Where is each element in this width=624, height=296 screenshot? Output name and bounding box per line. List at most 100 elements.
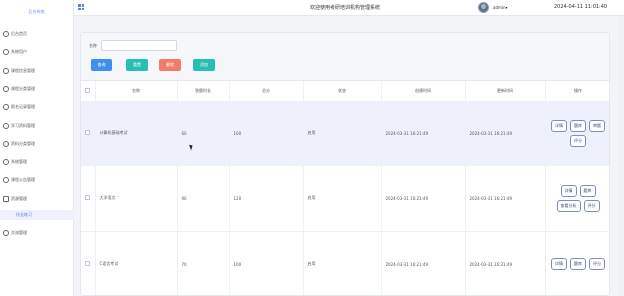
add-button[interactable]: 添加	[193, 59, 215, 71]
scrollbar[interactable]	[618, 16, 624, 296]
brand-logo: 后台系统	[28, 9, 45, 14]
sidebar-item-label: 学习资料管理	[11, 123, 35, 128]
filter-bar: 名称 查询 重置 删除 添加	[81, 33, 609, 81]
sidebar-item-system-management[interactable]: 系统管理	[0, 157, 74, 167]
sidebar-item-label: 资源管理	[11, 196, 27, 201]
sidebar: 后台系统 后台首页 系统用户 课程信息管理 课程分类管理 报名记录管理 学习资料…	[0, 0, 74, 296]
select-all-cell[interactable]	[81, 81, 96, 102]
sidebar-item-communication[interactable]: 交流管理	[0, 228, 74, 238]
exam-table: 名称 答题时长 总分 状态 创建时间 更新时间 操作 计算机基础考试 60 10…	[81, 81, 609, 295]
avatar[interactable]	[478, 2, 489, 13]
cell-created: 2024-03-31 16:21:49	[381, 101, 466, 166]
sidebar-item-label: 系统用户	[11, 49, 27, 54]
row-select-cell[interactable]	[81, 231, 96, 295]
sidebar-item-course-category[interactable]: 课程分类管理	[0, 84, 74, 94]
table-row[interactable]: C语言考试 70 100 启用 2024-03-31 16:21:49 2024…	[81, 231, 609, 295]
sidebar-item-course-notice[interactable]: 课程公告管理	[0, 175, 74, 185]
column-header: 答题时长	[177, 81, 230, 102]
cell-status: 启用	[303, 101, 382, 166]
sidebar-item-label: 报名记录管理	[11, 104, 35, 109]
grade-button[interactable]: 评分	[570, 134, 586, 147]
question-bank-button[interactable]: 题库	[570, 119, 586, 132]
user-menu[interactable]: admin▾	[493, 5, 508, 10]
settings-icon	[3, 159, 9, 165]
cell-updated: 2024-03-31 16:21:49	[465, 165, 546, 232]
cell-duration: 60	[177, 101, 230, 166]
row-select-cell[interactable]	[81, 101, 96, 166]
column-header: 名称	[95, 81, 178, 102]
user-name: admin	[493, 5, 506, 10]
search-button[interactable]: 查询	[91, 59, 112, 71]
cell-created: 2024-03-31 16:21:49	[381, 231, 466, 295]
people-icon	[3, 196, 9, 202]
table-row[interactable]: 计算机基础考试 60 100 启用 2024-03-31 16:21:49 20…	[81, 101, 609, 166]
cell-status: 启用	[303, 231, 382, 295]
grade-button[interactable]: 评分	[589, 258, 605, 270]
sidebar-item-enroll-records[interactable]: 报名记录管理	[0, 102, 74, 112]
topbar: 欢迎使用考研培训机构管理系统 admin▾ 2024-04-11 11:01:4…	[74, 0, 624, 16]
column-header: 更新时间	[465, 81, 546, 102]
sidebar-item-material-category[interactable]: 资料分类管理	[0, 139, 74, 149]
home-icon	[3, 31, 9, 37]
category-icon	[3, 86, 9, 92]
column-header: 状态	[303, 81, 382, 102]
details-button[interactable]: 详情	[560, 184, 577, 197]
cell-total: 120	[229, 165, 304, 232]
course-icon	[3, 68, 9, 74]
select-all-checkbox[interactable]	[85, 87, 91, 93]
cell-updated: 2024-03-31 16:21:49	[465, 231, 546, 295]
delete-button[interactable]: 删除	[159, 59, 181, 71]
notice-icon	[3, 177, 9, 183]
sidebar-item-label: 课程公告管理	[11, 177, 35, 182]
record-icon	[3, 104, 9, 110]
cell-total: 100	[229, 101, 304, 166]
sidebar-item-study-materials[interactable]: 学习资料管理	[0, 121, 74, 131]
cell-actions: 详情 题库 评分	[545, 231, 609, 295]
review-button[interactable]: 审题	[589, 119, 605, 132]
row-select-cell[interactable]	[81, 165, 96, 232]
view-analysis-button[interactable]: 查看分析	[556, 199, 581, 212]
cell-duration: 70	[177, 231, 230, 295]
sidebar-item-course-info[interactable]: 课程信息管理	[0, 66, 74, 76]
column-header: 创建时间	[381, 81, 466, 102]
details-button[interactable]: 详情	[551, 119, 567, 132]
cell-name: 大学语文	[95, 165, 178, 232]
cell-total: 100	[229, 231, 304, 295]
list-icon	[3, 230, 9, 236]
details-button[interactable]: 详情	[551, 258, 567, 270]
page-title: 欢迎使用考研培训机构管理系统	[310, 5, 381, 11]
user-icon	[3, 49, 9, 55]
sidebar-item-resources[interactable]: 资源管理	[0, 194, 74, 204]
sidebar-item-label: 后台首页	[11, 31, 27, 36]
cell-created: 2024-03-31 16:21:49	[381, 165, 466, 232]
menu-grid-icon[interactable]	[78, 4, 84, 10]
sidebar-item-label: 课程信息管理	[11, 68, 35, 73]
sidebar-item-system-users[interactable]: 系统用户	[0, 47, 74, 57]
cell-actions: 详情 题库 查看分析 评分	[545, 165, 609, 232]
folder-icon	[3, 141, 9, 147]
name-filter-label: 名称	[89, 43, 97, 48]
grade-button[interactable]: 评分	[583, 199, 600, 212]
cell-actions: 详情 题库 审题 评分	[545, 101, 609, 166]
reset-button[interactable]: 重置	[126, 59, 148, 71]
cell-status: 启用	[303, 165, 382, 232]
book-icon	[3, 123, 9, 129]
row-checkbox[interactable]	[85, 130, 91, 135]
content-panel: 名称 查询 重置 删除 添加 名称 答题时长 总分 状态 创建时间 更新时间 操…	[80, 32, 610, 296]
sidebar-item-label: 课程分类管理	[11, 86, 35, 91]
question-bank-button[interactable]: 题库	[579, 184, 596, 197]
sidebar-item-label: 系统管理	[11, 159, 27, 164]
row-checkbox[interactable]	[85, 261, 91, 266]
sidebar-item-label: 资料分类管理	[11, 141, 35, 146]
sidebar-item-label: 交流管理	[11, 230, 27, 235]
name-filter-input[interactable]	[101, 40, 177, 51]
chevron-down-icon: ▾	[505, 5, 508, 10]
sidebar-item-home[interactable]: 后台首页	[0, 29, 74, 39]
cell-name: C语言考试	[95, 231, 178, 295]
sidebar-item-homework[interactable]: 作业练习	[0, 210, 74, 220]
column-header: 总分	[229, 81, 304, 102]
cell-duration: 90	[177, 165, 230, 232]
table-row[interactable]: 大学语文 90 120 启用 2024-03-31 16:21:49 2024-…	[81, 165, 609, 232]
question-bank-button[interactable]: 题库	[570, 258, 586, 270]
row-checkbox[interactable]	[85, 195, 91, 200]
